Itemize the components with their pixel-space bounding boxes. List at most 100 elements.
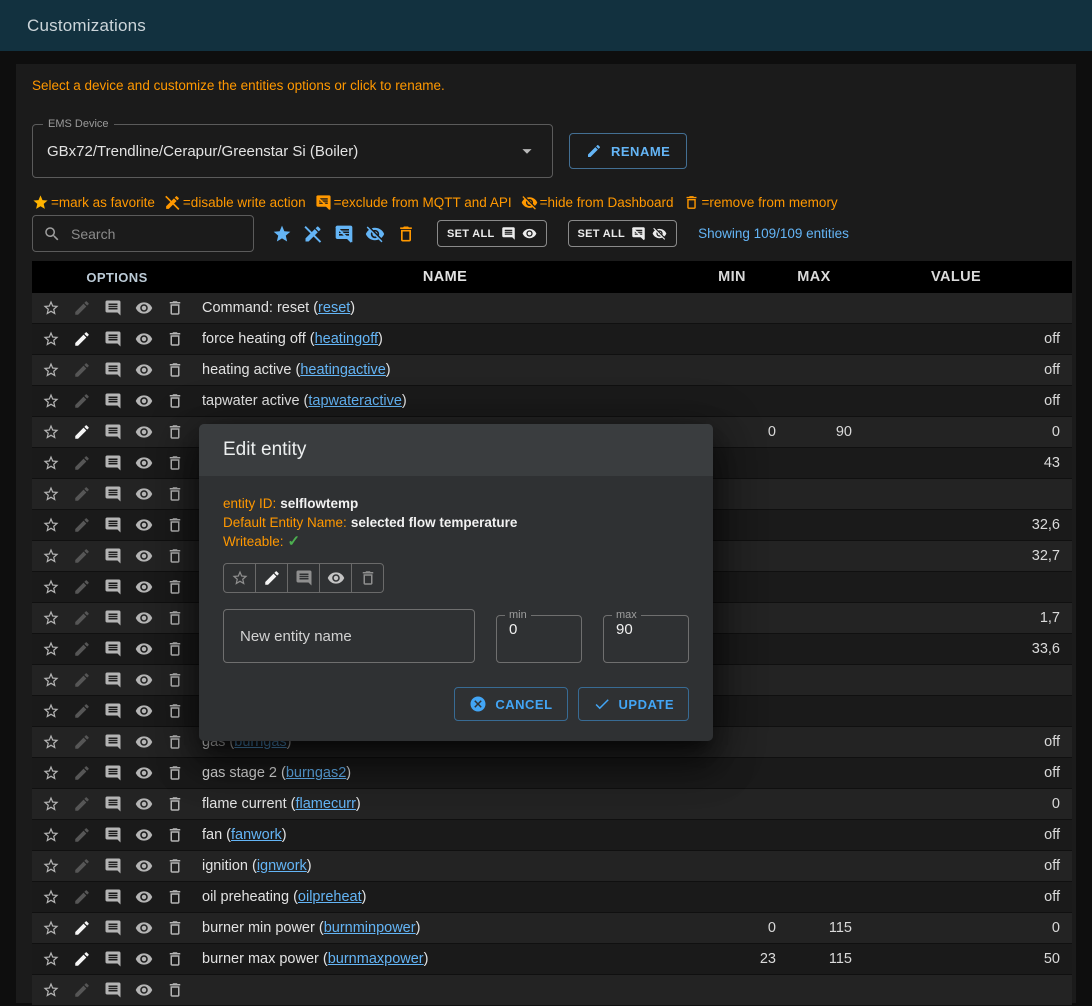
edit-icon[interactable]	[73, 857, 91, 875]
comment-icon[interactable]	[104, 764, 122, 782]
trash-icon[interactable]	[166, 485, 184, 503]
star-icon[interactable]	[42, 361, 60, 379]
search-input[interactable]	[69, 225, 243, 243]
trash-icon[interactable]	[166, 795, 184, 813]
eye-icon[interactable]	[135, 578, 153, 596]
toggle-visibility[interactable]	[319, 563, 352, 593]
eye-icon[interactable]	[135, 764, 153, 782]
edit-icon[interactable]	[73, 919, 91, 937]
eye-icon[interactable]	[135, 516, 153, 534]
device-select[interactable]: EMS Device GBx72/Trendline/Cerapur/Green…	[32, 124, 553, 178]
trash-icon[interactable]	[166, 640, 184, 658]
table-row[interactable]: Command: reset (reset)	[32, 293, 1072, 324]
trash-icon[interactable]	[166, 950, 184, 968]
edit-icon[interactable]	[73, 950, 91, 968]
comment-icon[interactable]	[104, 578, 122, 596]
eye-icon[interactable]	[135, 485, 153, 503]
trash-icon[interactable]	[166, 981, 184, 999]
cancel-button[interactable]: CANCEL	[454, 687, 567, 721]
table-row[interactable]: tapwater active (tapwateractive)off	[32, 386, 1072, 417]
trash-icon[interactable]	[166, 392, 184, 410]
eye-icon[interactable]	[135, 640, 153, 658]
eye-icon[interactable]	[135, 857, 153, 875]
comment-icon[interactable]	[104, 547, 122, 565]
star-icon[interactable]	[42, 423, 60, 441]
edit-icon[interactable]	[73, 330, 91, 348]
star-icon[interactable]	[42, 671, 60, 689]
star-icon[interactable]	[42, 547, 60, 565]
star-icon[interactable]	[42, 485, 60, 503]
edit-icon[interactable]	[73, 299, 91, 317]
max-input[interactable]	[616, 621, 676, 638]
star-icon[interactable]	[42, 330, 60, 348]
table-row[interactable]: flame current (flamecurr)0	[32, 789, 1072, 820]
trash-icon[interactable]	[166, 516, 184, 534]
update-button[interactable]: UPDATE	[578, 687, 689, 721]
star-icon[interactable]	[42, 795, 60, 813]
comment-icon[interactable]	[104, 795, 122, 813]
comment-icon[interactable]	[104, 640, 122, 658]
trash-icon[interactable]	[166, 578, 184, 596]
star-icon[interactable]	[42, 733, 60, 751]
edit-icon[interactable]	[73, 888, 91, 906]
trash-icon[interactable]	[166, 547, 184, 565]
star-icon[interactable]	[42, 702, 60, 720]
comment-icon[interactable]	[104, 733, 122, 751]
new-entity-name-field[interactable]	[223, 609, 475, 663]
edit-icon[interactable]	[73, 454, 91, 472]
star-icon[interactable]	[42, 578, 60, 596]
star-icon[interactable]	[42, 919, 60, 937]
comment-icon[interactable]	[104, 454, 122, 472]
eye-icon[interactable]	[135, 392, 153, 410]
eye-icon[interactable]	[135, 299, 153, 317]
comment-icon[interactable]	[104, 361, 122, 379]
edit-icon[interactable]	[73, 423, 91, 441]
trash-icon[interactable]	[166, 609, 184, 627]
edit-icon[interactable]	[73, 485, 91, 503]
filter-favorite-button[interactable]	[272, 224, 292, 244]
entity-id-link[interactable]: ignwork	[257, 858, 307, 874]
star-icon[interactable]	[42, 299, 60, 317]
filter-hide-dashboard-button[interactable]	[365, 224, 385, 244]
star-icon[interactable]	[42, 826, 60, 844]
filter-exclude-mqtt-button[interactable]	[334, 224, 354, 244]
comment-icon[interactable]	[104, 826, 122, 844]
edit-icon[interactable]	[73, 702, 91, 720]
comment-icon[interactable]	[104, 919, 122, 937]
star-icon[interactable]	[42, 888, 60, 906]
star-icon[interactable]	[42, 392, 60, 410]
eye-icon[interactable]	[135, 888, 153, 906]
star-icon[interactable]	[42, 640, 60, 658]
new-entity-name-input[interactable]	[238, 627, 460, 646]
toggle-favorite[interactable]	[223, 563, 256, 593]
filter-disable-write-button[interactable]	[303, 224, 323, 244]
edit-icon[interactable]	[73, 361, 91, 379]
star-icon[interactable]	[42, 609, 60, 627]
trash-icon[interactable]	[166, 702, 184, 720]
eye-icon[interactable]	[135, 547, 153, 565]
star-icon[interactable]	[42, 857, 60, 875]
comment-icon[interactable]	[104, 423, 122, 441]
edit-icon[interactable]	[73, 826, 91, 844]
table-row[interactable]: force heating off (heatingoff)off	[32, 324, 1072, 355]
star-icon[interactable]	[42, 950, 60, 968]
edit-icon[interactable]	[73, 733, 91, 751]
trash-icon[interactable]	[166, 330, 184, 348]
search-field[interactable]	[32, 215, 254, 252]
eye-icon[interactable]	[135, 361, 153, 379]
entity-id-link[interactable]: burngas2	[286, 765, 346, 781]
comment-icon[interactable]	[104, 981, 122, 999]
min-field[interactable]: min	[496, 609, 582, 663]
edit-icon[interactable]	[73, 392, 91, 410]
min-input[interactable]	[509, 621, 569, 638]
edit-icon[interactable]	[73, 764, 91, 782]
comment-icon[interactable]	[104, 888, 122, 906]
star-icon[interactable]	[42, 516, 60, 534]
entity-id-link[interactable]: burnminpower	[324, 920, 416, 936]
trash-icon[interactable]	[166, 454, 184, 472]
eye-icon[interactable]	[135, 702, 153, 720]
table-row[interactable]: fan (fanwork)off	[32, 820, 1072, 851]
comment-icon[interactable]	[104, 950, 122, 968]
eye-icon[interactable]	[135, 795, 153, 813]
star-icon[interactable]	[42, 454, 60, 472]
